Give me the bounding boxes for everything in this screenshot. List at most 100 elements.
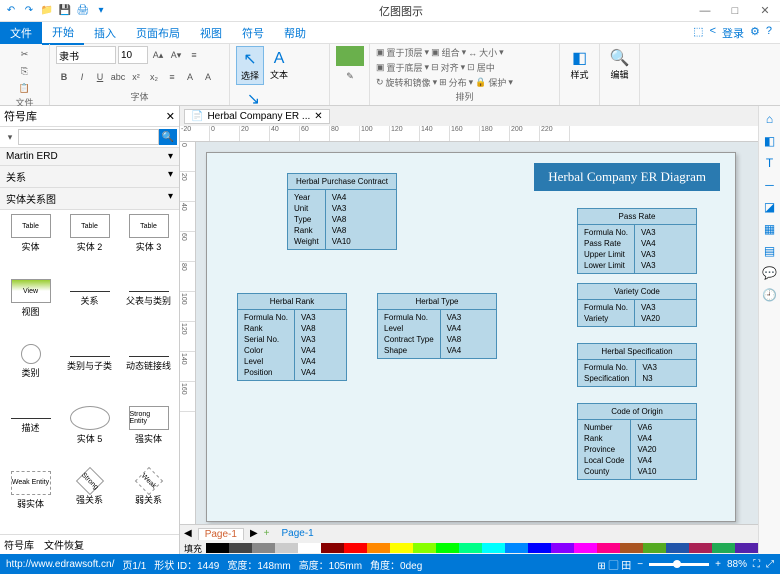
shape-category[interactable]: 类别 <box>4 344 57 399</box>
shape-strong-entity[interactable]: Strong Entity强实体 <box>122 406 175 465</box>
shape-entity2[interactable]: Table实体 2 <box>63 214 116 273</box>
search-input[interactable] <box>18 129 159 145</box>
shape-entity3[interactable]: Table实体 3 <box>122 214 175 273</box>
highlight-icon[interactable]: A <box>182 69 198 85</box>
entity-purchase[interactable]: Herbal Purchase Contract YearUnitTypeRan… <box>287 173 397 250</box>
document-tab[interactable]: 📄 Herbal Company ER ... ✕ <box>184 109 330 124</box>
history-icon[interactable]: 🕘 <box>762 288 777 302</box>
footer-tab-recovery[interactable]: 文件恢复 <box>44 537 84 552</box>
collapse-ribbon-icon[interactable]: ⬚ <box>693 25 703 41</box>
footer-tab-library[interactable]: 符号库 <box>4 537 34 552</box>
center-button[interactable]: ⊡ 居中 <box>467 61 495 74</box>
size-button[interactable]: ↔ 大小 ▾ <box>468 46 504 59</box>
shape-entity[interactable]: Table实体 <box>4 214 57 273</box>
bullets-icon[interactable]: ≡ <box>186 47 202 63</box>
fullscreen-icon[interactable]: ⤢ <box>766 559 774 570</box>
color-palette[interactable] <box>206 543 758 553</box>
page-tab-1[interactable]: Page-1 <box>198 528 244 540</box>
font-name-select[interactable] <box>56 46 116 64</box>
line-color-icon[interactable]: ✎ <box>342 68 358 84</box>
rotate-button[interactable]: ↻ 旋转和镜像 ▾ <box>376 76 437 89</box>
settings-icon[interactable]: ⚙ <box>750 25 760 41</box>
sub-icon[interactable]: x₂ <box>146 69 162 85</box>
share-icon[interactable]: < <box>710 25 716 41</box>
redo-icon[interactable]: ↷ <box>22 4 36 18</box>
diagram-page[interactable]: Herbal Company ER Diagram Herbal Purchas… <box>206 152 736 522</box>
align-left-icon[interactable]: ≡ <box>164 69 180 85</box>
underline-icon[interactable]: U <box>92 69 108 85</box>
tab-view[interactable]: 视图 <box>190 22 232 44</box>
undo-icon[interactable]: ↶ <box>4 4 18 18</box>
canvas[interactable]: Herbal Company ER Diagram Herbal Purchas… <box>196 142 758 524</box>
select-tool[interactable]: ↖选择 <box>236 46 264 85</box>
view-mode-icon[interactable]: ⊞ ▢ 田 <box>597 557 631 572</box>
prev-page-icon[interactable]: ◀ <box>184 528 192 539</box>
page-tool-icon[interactable]: ▦ <box>764 222 775 236</box>
zoom-slider[interactable] <box>649 563 709 566</box>
tab-home[interactable]: 开始 <box>42 21 84 45</box>
status-url[interactable]: http://www.edrawsoft.cn/ <box>6 559 114 570</box>
text-tool[interactable]: A文本 <box>266 48 292 83</box>
minimize-button[interactable]: — <box>690 0 720 22</box>
tab-help[interactable]: 帮助 <box>274 22 316 44</box>
shape-weak-entity[interactable]: Weak Entity弱实体 <box>4 471 57 530</box>
qat-more-icon[interactable]: ▾ <box>94 4 108 18</box>
tab-insert[interactable]: 插入 <box>84 22 126 44</box>
fill-tool-icon[interactable]: ◧ <box>764 134 775 148</box>
group-button[interactable]: ▣ 组合 ▾ <box>431 46 466 59</box>
close-tab-icon[interactable]: ✕ <box>314 111 322 122</box>
align-button[interactable]: ⊟ 对齐 ▾ <box>431 61 465 74</box>
print-icon[interactable]: 🖨 <box>76 4 90 18</box>
strike-icon[interactable]: abc <box>110 69 126 85</box>
zoom-out-icon[interactable]: − <box>637 559 643 570</box>
entity-spec[interactable]: Herbal Specification Formula No.Specific… <box>577 343 697 387</box>
send-back-button[interactable]: ▣ 置于底层 ▾ <box>376 61 429 74</box>
increase-font-icon[interactable]: A▴ <box>150 47 166 63</box>
home-icon[interactable]: ⌂ <box>766 112 773 126</box>
bold-icon[interactable]: B <box>56 69 72 85</box>
entity-passrate[interactable]: Pass Rate Formula No.Pass RateUpper Limi… <box>577 208 697 274</box>
italic-icon[interactable]: I <box>74 69 90 85</box>
paste-icon[interactable]: 📋 <box>17 80 33 96</box>
tab-symbol[interactable]: 符号 <box>232 22 274 44</box>
entity-variety[interactable]: Variety Code Formula No.VarietyVA3VA20 <box>577 283 697 327</box>
help-icon[interactable]: ? <box>766 25 772 41</box>
category-relation[interactable]: 关系▾ <box>0 166 179 188</box>
open-icon[interactable]: 📁 <box>40 4 54 18</box>
shape-entity5[interactable]: 实体 5 <box>63 406 116 465</box>
protect-button[interactable]: 🔒 保护 ▾ <box>475 76 513 89</box>
entity-rank[interactable]: Herbal Rank Formula No.RankSerial No.Col… <box>237 293 347 381</box>
shape-weak-rel[interactable]: Weak弱关系 <box>122 471 175 530</box>
shape-desc[interactable]: 描述 <box>4 406 57 465</box>
shadow-tool-icon[interactable]: ◪ <box>764 200 775 214</box>
comment-icon[interactable]: 💬 <box>762 266 777 280</box>
add-page-icon[interactable]: + <box>264 528 270 539</box>
super-icon[interactable]: x² <box>128 69 144 85</box>
fill-color-icon[interactable] <box>336 46 364 66</box>
font-color-icon[interactable]: A <box>200 69 216 85</box>
next-page-icon[interactable]: ▶ <box>250 528 258 539</box>
fit-page-icon[interactable]: ⛶ <box>753 559 760 570</box>
decrease-font-icon[interactable]: A▾ <box>168 47 184 63</box>
edit-button[interactable]: 🔍编辑 <box>606 46 633 83</box>
close-button[interactable]: ✕ <box>750 0 780 22</box>
shape-strong-rel[interactable]: Strong强关系 <box>63 471 116 530</box>
page-tab-2[interactable]: Page-1 <box>276 528 320 539</box>
sidebar-close-icon[interactable]: ✕ <box>166 110 175 123</box>
category-er[interactable]: 实体关系图▾ <box>0 188 179 210</box>
bring-front-button[interactable]: ▣ 置于顶层 ▾ <box>376 46 429 59</box>
shape-dynamic-link[interactable]: 动态链接线 <box>122 344 175 399</box>
entity-type[interactable]: Herbal Type Formula No.LevelContract Typ… <box>377 293 497 359</box>
zoom-in-icon[interactable]: + <box>715 559 721 570</box>
file-menu[interactable]: 文件 <box>0 22 42 44</box>
tab-layout[interactable]: 页面布局 <box>126 22 190 44</box>
font-size-select[interactable] <box>118 46 148 64</box>
layer-tool-icon[interactable]: ▤ <box>764 244 775 258</box>
shape-view[interactable]: View视图 <box>4 279 57 338</box>
diagram-title[interactable]: Herbal Company ER Diagram <box>534 163 720 191</box>
distribute-button[interactable]: ⊞ 分布 ▾ <box>439 76 473 89</box>
shape-relation[interactable]: 关系 <box>63 279 116 338</box>
line-tool-icon[interactable]: ─ <box>765 178 774 192</box>
login-button[interactable]: 登录 <box>722 25 744 41</box>
copy-icon[interactable]: ⎘ <box>17 63 33 79</box>
